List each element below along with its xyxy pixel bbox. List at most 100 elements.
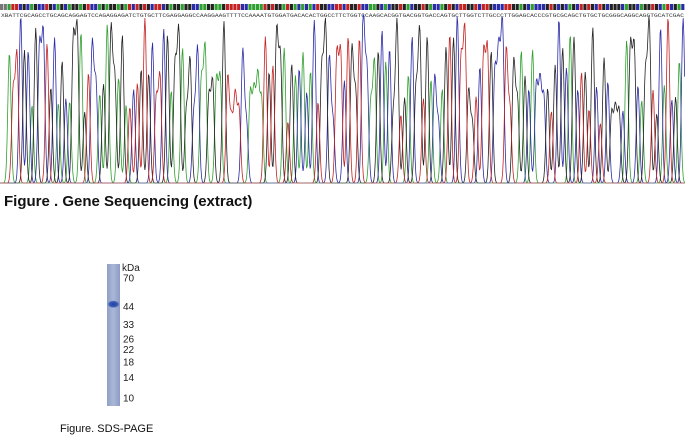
base-call-marker — [541, 4, 546, 10]
base-call-marker — [654, 4, 659, 10]
base-call-marker — [278, 4, 282, 10]
base-call-marker — [30, 4, 34, 10]
base-call-marker — [120, 4, 124, 10]
base-call-marker — [572, 4, 576, 10]
base-call-marker — [184, 4, 188, 10]
base-call-marker — [240, 4, 245, 10]
base-call-marker — [71, 4, 75, 10]
base-call-marker — [402, 4, 406, 10]
base-call-marker — [624, 4, 628, 10]
base-call-marker — [94, 4, 98, 10]
base-call-marker — [173, 4, 177, 10]
base-call-header — [0, 4, 685, 10]
base-call-marker — [632, 4, 636, 10]
base-call-marker — [237, 4, 241, 10]
base-call-marker — [41, 4, 45, 10]
base-call-marker — [37, 4, 41, 10]
base-call-marker — [383, 4, 388, 10]
base-call-marker — [376, 4, 380, 10]
base-call-marker — [338, 4, 342, 10]
base-call-marker — [116, 4, 120, 10]
base-call-marker — [605, 4, 610, 10]
base-call-marker — [218, 4, 222, 10]
base-call-marker — [304, 4, 309, 10]
base-call-marker — [651, 4, 655, 10]
base-call-marker — [414, 4, 418, 10]
base-call-marker — [673, 4, 677, 10]
base-call-marker — [154, 4, 158, 10]
base-call-marker — [7, 4, 11, 10]
base-call-marker — [233, 4, 237, 10]
base-call-marker — [462, 4, 467, 10]
marker-label-18: 18 — [123, 357, 135, 368]
base-call-marker — [312, 4, 316, 10]
base-call-sequence: XBATTCGCAGCCTGCAGCAGGAGTCCAGAGGAGATCTGTG… — [1, 13, 684, 19]
base-call-marker — [470, 4, 474, 10]
base-call-marker — [575, 4, 580, 10]
base-call-marker — [282, 4, 286, 10]
base-call-marker — [481, 4, 485, 10]
base-call-marker — [18, 4, 22, 10]
gel-unit-label: kDa — [122, 263, 140, 274]
base-call-marker — [11, 4, 15, 10]
base-call-marker — [613, 4, 617, 10]
base-call-marker — [293, 4, 297, 10]
sequencing-caption: Figure . Gene Sequencing (extract) — [4, 193, 253, 210]
base-call-marker — [22, 4, 26, 10]
base-call-marker — [165, 4, 169, 10]
base-call-marker — [636, 4, 640, 10]
base-call-marker — [451, 4, 455, 10]
base-call-marker — [549, 4, 553, 10]
base-call-marker — [161, 4, 165, 10]
base-call-marker — [662, 4, 666, 10]
base-call-marker — [82, 4, 86, 10]
base-call-marker — [380, 4, 384, 10]
base-call-marker — [331, 4, 335, 10]
base-call-marker — [557, 4, 561, 10]
base-call-marker — [553, 4, 557, 10]
base-call-marker — [259, 4, 263, 10]
base-call-marker — [455, 4, 459, 10]
base-call-marker — [526, 4, 531, 10]
marker-label-33: 33 — [123, 320, 135, 331]
base-call-marker — [124, 4, 128, 10]
base-call-marker — [466, 4, 470, 10]
base-call-marker — [105, 4, 109, 10]
base-call-marker — [511, 4, 516, 10]
base-call-marker — [647, 4, 651, 10]
base-call-marker — [255, 4, 260, 10]
base-call-marker — [500, 4, 504, 10]
base-call-marker — [150, 4, 154, 10]
base-call-marker — [444, 4, 448, 10]
base-call-marker — [538, 4, 542, 10]
base-call-marker — [45, 4, 49, 10]
base-call-marker — [146, 4, 150, 10]
base-call-marker — [353, 4, 357, 10]
base-call-marker — [112, 4, 117, 10]
base-call-marker — [323, 4, 327, 10]
base-call-marker — [658, 4, 662, 10]
base-call-marker — [447, 4, 452, 10]
base-call-marker — [485, 4, 489, 10]
gel-lane — [107, 264, 120, 406]
base-call-marker — [0, 4, 4, 10]
base-call-marker — [677, 4, 681, 10]
base-call-marker — [425, 4, 429, 10]
base-call-marker — [52, 4, 56, 10]
base-call-marker — [579, 4, 583, 10]
base-call-marker — [267, 4, 271, 10]
base-call-marker — [67, 4, 71, 10]
base-call-marker — [270, 4, 275, 10]
base-call-marker — [75, 4, 79, 10]
base-call-marker — [207, 4, 211, 10]
base-call-marker — [316, 4, 320, 10]
base-call-marker — [342, 4, 346, 10]
sds-page-gel: kDa 7044332622181410 — [107, 263, 140, 406]
base-call-marker — [493, 4, 497, 10]
base-call-marker — [602, 4, 606, 10]
base-call-marker — [417, 4, 421, 10]
base-call-marker — [617, 4, 621, 10]
base-call-marker — [560, 4, 564, 10]
base-call-marker — [590, 4, 595, 10]
marker-label-44: 44 — [123, 302, 135, 313]
